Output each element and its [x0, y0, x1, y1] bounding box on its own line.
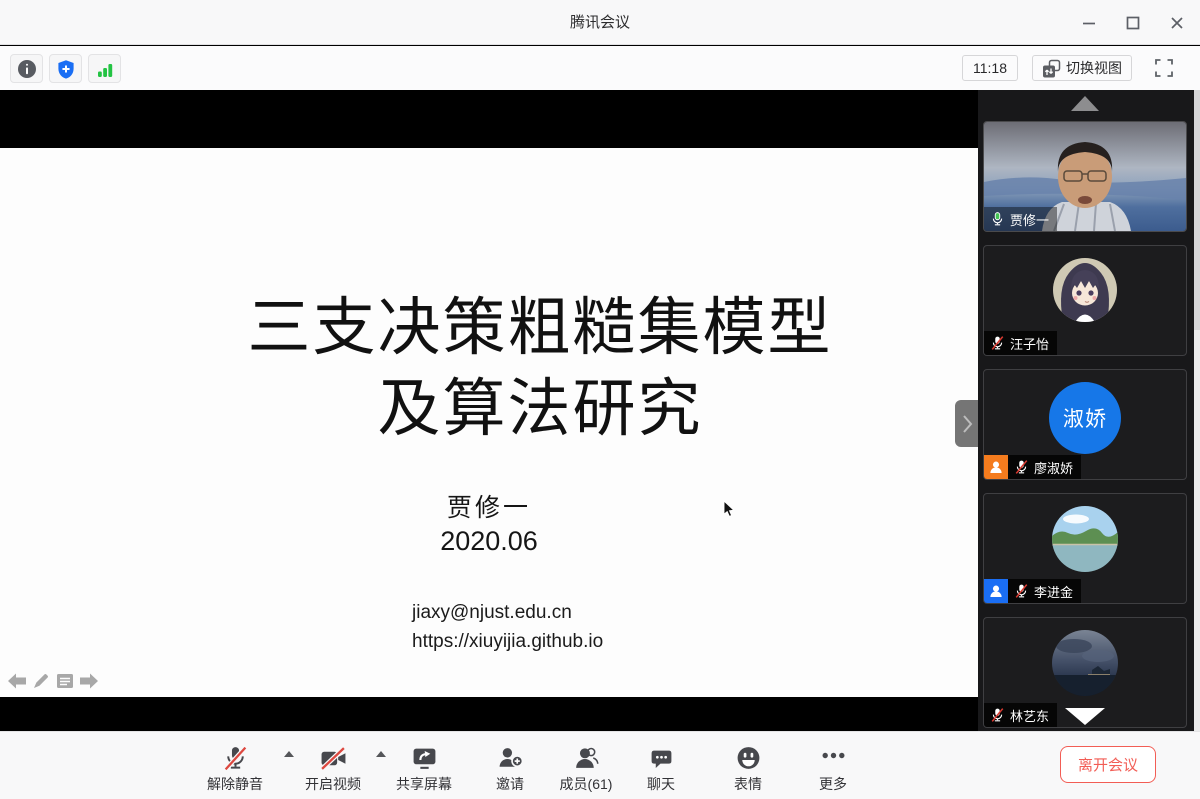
mic-active-icon: [990, 211, 1005, 227]
participant-tile-jiaxiuyi[interactable]: 贾修一: [983, 121, 1187, 232]
start-video-button[interactable]: 开启视频: [283, 739, 383, 794]
chevron-right-icon: [960, 413, 974, 435]
notes-icon: [55, 671, 75, 691]
meeting-topbar: 11:18 切换视图: [0, 46, 1200, 90]
more-button[interactable]: 更多: [783, 739, 883, 794]
participant-tile-wangziyi[interactable]: 汪子怡: [983, 245, 1187, 356]
presentation-slide: 三支决策粗糙集模型 及算法研究 贾修一 2020.06 jiaxy@njust.…: [0, 148, 978, 697]
fullscreen-button[interactable]: [1150, 54, 1178, 82]
avatar-cloudy-sky-photo: [1052, 630, 1118, 696]
network-signal-icon: [95, 59, 115, 79]
shield-icon: [56, 59, 76, 79]
titlebar: 腾讯会议: [0, 0, 1200, 45]
participant-tile-lijinjin[interactable]: 李进金: [983, 493, 1187, 604]
shared-screen-stage: 三支决策粗糙集模型 及算法研究 贾修一 2020.06 jiaxy@njust.…: [0, 90, 978, 731]
switch-view-button[interactable]: 切换视图: [1032, 55, 1132, 81]
mic-muted-icon: [1014, 459, 1029, 475]
participant-name: 汪子怡: [1010, 334, 1049, 353]
mic-muted-icon: [990, 707, 1005, 723]
smiley-icon: [735, 745, 762, 772]
scroll-down-arrow[interactable]: [1065, 708, 1105, 725]
minimize-icon: [1081, 15, 1097, 31]
pencil-icon: [31, 671, 51, 691]
person-icon: [988, 459, 1004, 475]
info-icon: [17, 59, 37, 79]
avatar-anime-girl: [1053, 258, 1117, 322]
avatar-initials: 淑娇: [1049, 382, 1121, 454]
arrow-right-icon: [79, 671, 99, 691]
annotate-button[interactable]: [30, 670, 51, 691]
security-button[interactable]: [49, 54, 82, 83]
minimize-button[interactable]: [1080, 14, 1098, 32]
slide-email: jiaxy@njust.edu.cn: [412, 598, 603, 627]
participant-name: 李进金: [1034, 582, 1073, 601]
notes-button[interactable]: [54, 670, 75, 691]
participant-name: 贾修一: [1010, 210, 1049, 229]
camera-off-icon: [320, 745, 347, 772]
slide-contact: jiaxy@njust.edu.cn https://xiuyijia.gith…: [412, 598, 603, 656]
close-button[interactable]: [1168, 14, 1186, 32]
next-slide-button[interactable]: [78, 670, 99, 691]
chat-bubble-icon: [649, 747, 674, 772]
meeting-timer: 11:18: [962, 55, 1018, 81]
meeting-info-button[interactable]: [10, 54, 43, 83]
switch-view-label: 切换视图: [1066, 58, 1122, 78]
unmute-button[interactable]: 解除静音: [185, 739, 285, 794]
slide-date: 2020.06: [0, 526, 978, 557]
switch-view-icon: [1042, 59, 1061, 78]
scrollbar-thumb[interactable]: [1194, 90, 1200, 330]
invite-person-icon: [497, 745, 524, 772]
fullscreen-icon: [1154, 58, 1174, 78]
slide-nav-controls: [6, 670, 99, 691]
more-dots-icon: [820, 742, 847, 769]
slide-presenter: 贾修一: [0, 488, 978, 524]
share-screen-button[interactable]: 共享屏幕: [374, 739, 474, 794]
arrow-left-icon: [7, 671, 27, 691]
member-badge-orange: [984, 455, 1008, 479]
window-title: 腾讯会议: [0, 0, 1200, 45]
chat-button[interactable]: 聊天: [611, 739, 711, 794]
member-badge-blue: [984, 579, 1008, 603]
window-controls: [1080, 0, 1186, 45]
participant-tile-liaoshujiao[interactable]: 淑娇 廖淑娇: [983, 369, 1187, 480]
network-status-button[interactable]: [88, 54, 121, 83]
maximize-button[interactable]: [1124, 14, 1142, 32]
leave-meeting-button[interactable]: 离开会议: [1060, 746, 1156, 783]
person-icon: [988, 583, 1004, 599]
share-screen-icon: [411, 745, 438, 772]
members-icon: [573, 745, 600, 772]
mic-muted-icon: [1014, 583, 1029, 599]
sidebar-scrollbar[interactable]: [1194, 90, 1200, 731]
slide-website: https://xiuyijia.github.io: [412, 627, 603, 656]
slide-title: 三支决策粗糙集模型 及算法研究: [100, 288, 980, 450]
sidebar-collapse-button[interactable]: [955, 400, 978, 447]
participant-name: 廖淑娇: [1034, 458, 1073, 477]
mic-muted-icon: [222, 745, 249, 772]
meeting-bottombar: 解除静音 开启视频: [0, 731, 1200, 799]
mic-muted-icon: [990, 335, 1005, 351]
scroll-up-arrow[interactable]: [1071, 96, 1099, 111]
avatar-lake-photo: [1052, 506, 1118, 572]
participants-sidebar: 贾修一: [978, 90, 1200, 731]
close-icon: [1169, 15, 1185, 31]
participant-name: 林艺东: [1010, 706, 1049, 725]
prev-slide-button[interactable]: [6, 670, 27, 691]
maximize-icon: [1125, 15, 1141, 31]
tencent-meeting-window: 腾讯会议: [0, 0, 1200, 799]
